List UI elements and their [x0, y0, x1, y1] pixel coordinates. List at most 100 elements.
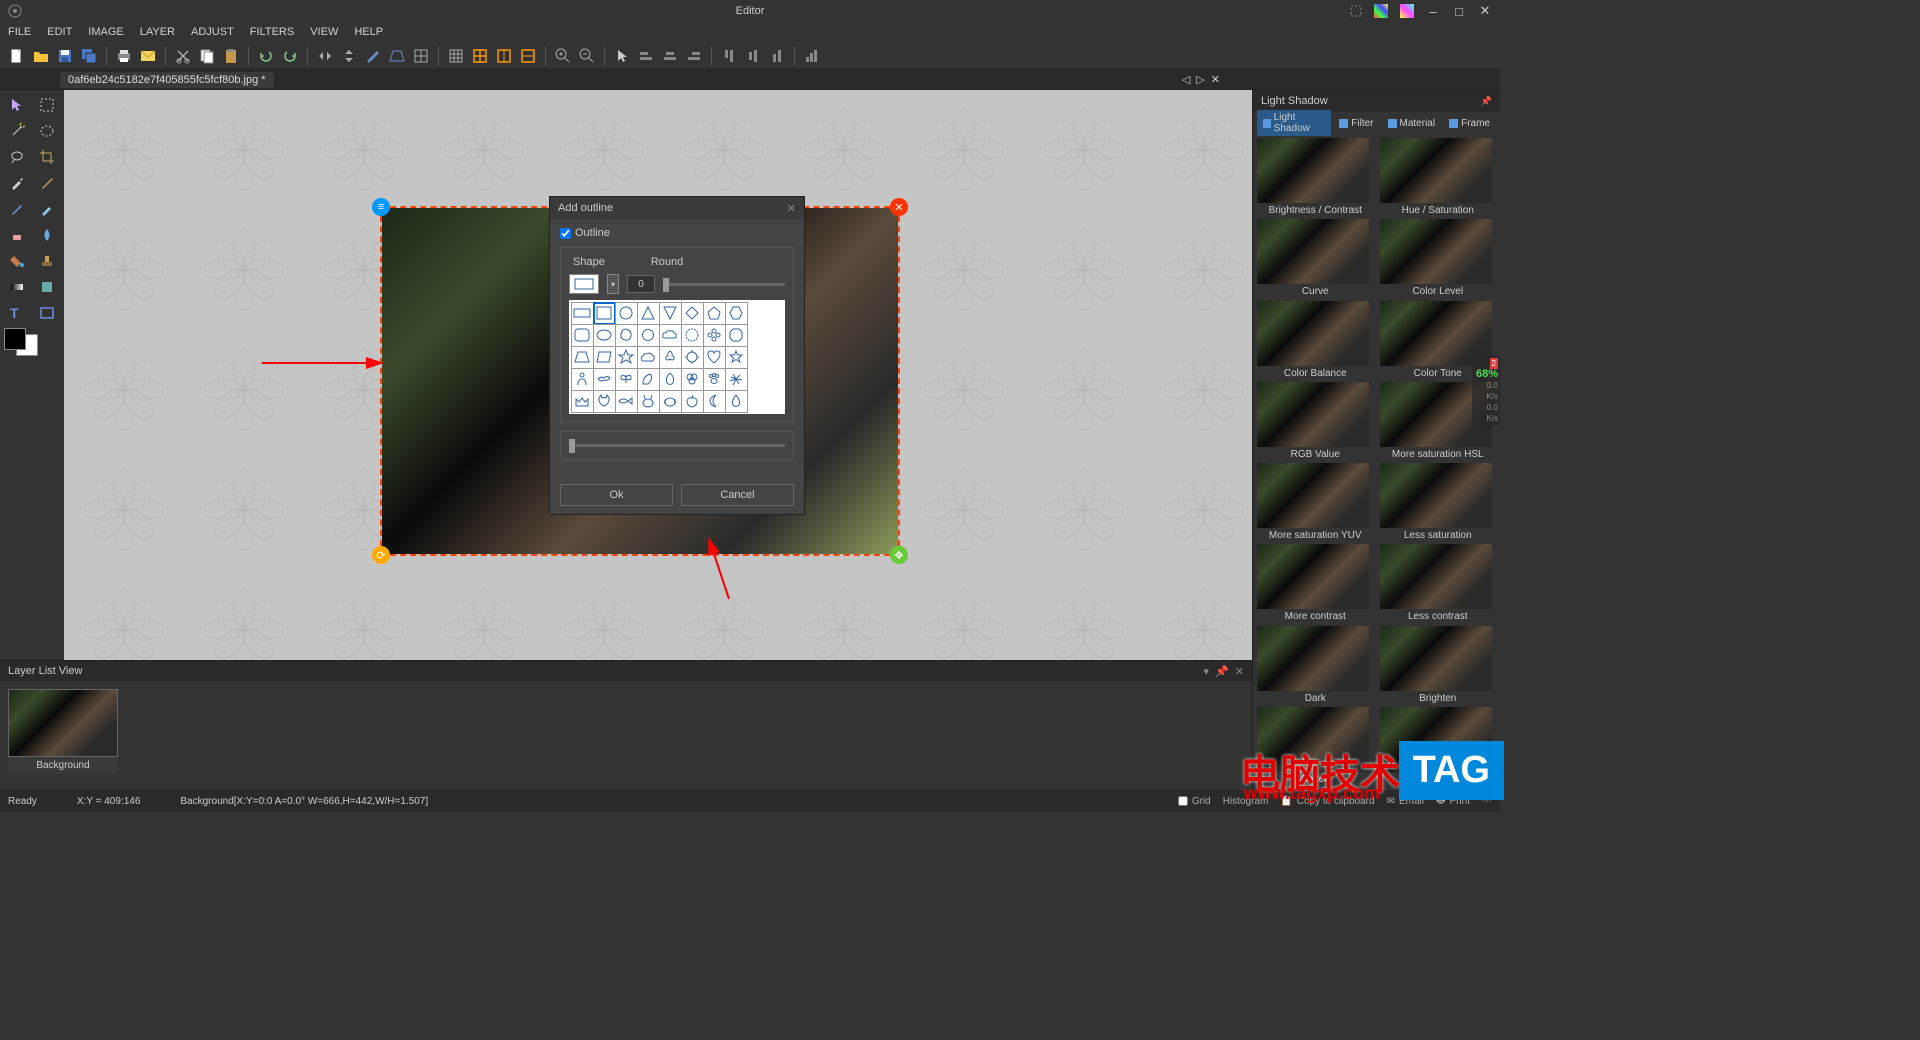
shape-star-outline[interactable]	[725, 346, 748, 369]
shape-rect[interactable]	[593, 302, 616, 325]
foreground-color[interactable]	[4, 328, 26, 350]
effect-item[interactable]: Brighten	[1380, 626, 1497, 705]
effect-item[interactable]: Brightness / Contrast	[1257, 138, 1374, 217]
print-icon[interactable]	[113, 45, 135, 67]
pointer-icon[interactable]	[611, 45, 633, 67]
pencil-tool[interactable]	[4, 198, 30, 220]
menu-filters[interactable]: FILTERS	[250, 26, 294, 38]
effect-item[interactable]: Dark	[1257, 626, 1374, 705]
close-button[interactable]: ✕	[1478, 4, 1492, 18]
handle-menu-icon[interactable]: ≡	[372, 198, 390, 216]
marquee-tool[interactable]	[34, 94, 60, 116]
menu-adjust[interactable]: ADJUST	[191, 26, 234, 38]
shape-parallelogram[interactable]	[593, 346, 616, 369]
grid-icon[interactable]	[445, 45, 467, 67]
handle-move-icon[interactable]: ✥	[890, 546, 908, 564]
dialog-titlebar[interactable]: Add outline ✕	[550, 197, 804, 219]
shape-scallop[interactable]	[681, 324, 704, 347]
effect-item[interactable]: Color Level	[1380, 219, 1497, 298]
shape-bird[interactable]	[593, 368, 616, 391]
shape-rabbit[interactable]	[637, 390, 660, 413]
guide-3-icon[interactable]	[517, 45, 539, 67]
shape-diamond[interactable]	[681, 302, 704, 325]
rotate-icon[interactable]	[362, 45, 384, 67]
tab-filter[interactable]: Filter	[1333, 116, 1379, 131]
shape-leaf-2[interactable]	[659, 368, 682, 391]
effect-item[interactable]: More contrast	[1257, 544, 1374, 623]
shape-triangle[interactable]	[637, 302, 660, 325]
shape-dropdown-icon[interactable]: ▾	[607, 274, 619, 294]
redo-icon[interactable]	[279, 45, 301, 67]
shape-octagon[interactable]	[725, 324, 748, 347]
status-grid[interactable]: Grid	[1178, 793, 1211, 810]
round-slider[interactable]	[663, 283, 785, 286]
shape-leaf-1[interactable]	[637, 368, 660, 391]
effect-item[interactable]: Color Balance	[1257, 301, 1374, 380]
menu-view[interactable]: VIEW	[310, 26, 338, 38]
align-left-icon[interactable]	[635, 45, 657, 67]
outline-checkbox[interactable]: Outline	[560, 227, 794, 239]
brush-tool[interactable]	[34, 172, 60, 194]
align-center-icon[interactable]	[659, 45, 681, 67]
shape-cat[interactable]	[593, 390, 616, 413]
effect-item[interactable]: RGB Value	[1257, 382, 1374, 461]
shape-selector[interactable]	[569, 274, 599, 294]
tab-material[interactable]: Material	[1382, 116, 1442, 131]
shape-crown[interactable]	[571, 390, 594, 413]
shape-pentagon[interactable]	[703, 302, 726, 325]
effect-item[interactable]: Hue / Saturation	[1380, 138, 1497, 217]
shape-fish[interactable]	[615, 390, 638, 413]
shape-oval[interactable]	[593, 324, 616, 347]
zoom-in-icon[interactable]	[552, 45, 574, 67]
tab-close-icon[interactable]: ✕	[1211, 73, 1220, 86]
shape-heart[interactable]	[703, 346, 726, 369]
dialog-close-icon[interactable]: ✕	[787, 202, 796, 215]
text-tool[interactable]: T	[4, 302, 30, 324]
blur-tool[interactable]	[34, 224, 60, 246]
distort-icon[interactable]	[410, 45, 432, 67]
guide-2-icon[interactable]	[493, 45, 515, 67]
arrow-tool[interactable]	[4, 94, 30, 116]
rect-tool[interactable]	[34, 302, 60, 324]
crop-tool[interactable]	[34, 146, 60, 168]
shape-blob-1[interactable]	[615, 324, 638, 347]
stamp-tool[interactable]	[34, 250, 60, 272]
shape-butterfly[interactable]	[615, 368, 638, 391]
document-tab[interactable]: 0af6eb24c5182e7f405855fc5fcf80b.jpg *	[60, 72, 274, 88]
effect-item[interactable]: Less contrast	[1380, 544, 1497, 623]
airbrush-tool[interactable]	[34, 198, 60, 220]
undo-icon[interactable]	[255, 45, 277, 67]
shape-splash[interactable]	[725, 368, 748, 391]
shape-moon[interactable]	[703, 390, 726, 413]
shape-dog[interactable]	[659, 390, 682, 413]
shape-tool[interactable]	[34, 276, 60, 298]
minimize-button[interactable]: –	[1426, 4, 1440, 18]
valign-bot-icon[interactable]	[766, 45, 788, 67]
swatch-1[interactable]	[1374, 4, 1388, 18]
valign-top-icon[interactable]	[718, 45, 740, 67]
tab-light-shadow[interactable]: Light Shadow	[1257, 110, 1331, 136]
effect-item[interactable]: Curve	[1257, 219, 1374, 298]
shape-cloud-2[interactable]	[637, 346, 660, 369]
save-icon[interactable]	[54, 45, 76, 67]
tab-frame[interactable]: Frame	[1443, 116, 1496, 131]
layers-close-icon[interactable]: ✕	[1235, 665, 1244, 678]
effect-item[interactable]: Less saturation	[1380, 463, 1497, 542]
wand-tool[interactable]	[4, 120, 30, 142]
menu-help[interactable]: HELP	[354, 26, 383, 38]
maximize-button[interactable]: □	[1452, 4, 1466, 18]
layer-item[interactable]: Background	[8, 689, 118, 774]
shape-apple[interactable]	[681, 390, 704, 413]
cut-icon[interactable]	[172, 45, 194, 67]
email-icon[interactable]	[137, 45, 159, 67]
shape-drop[interactable]	[725, 390, 748, 413]
shape-flower-5[interactable]	[659, 346, 682, 369]
color-swatch[interactable]	[4, 328, 38, 356]
tab-prev-icon[interactable]: ◁	[1182, 73, 1190, 86]
new-icon[interactable]	[6, 45, 28, 67]
histogram-icon[interactable]	[801, 45, 823, 67]
align-right-icon[interactable]	[683, 45, 705, 67]
handle-rotate-icon[interactable]: ⟳	[372, 546, 390, 564]
cancel-button[interactable]: Cancel	[681, 484, 794, 506]
round-input[interactable]	[627, 275, 655, 293]
